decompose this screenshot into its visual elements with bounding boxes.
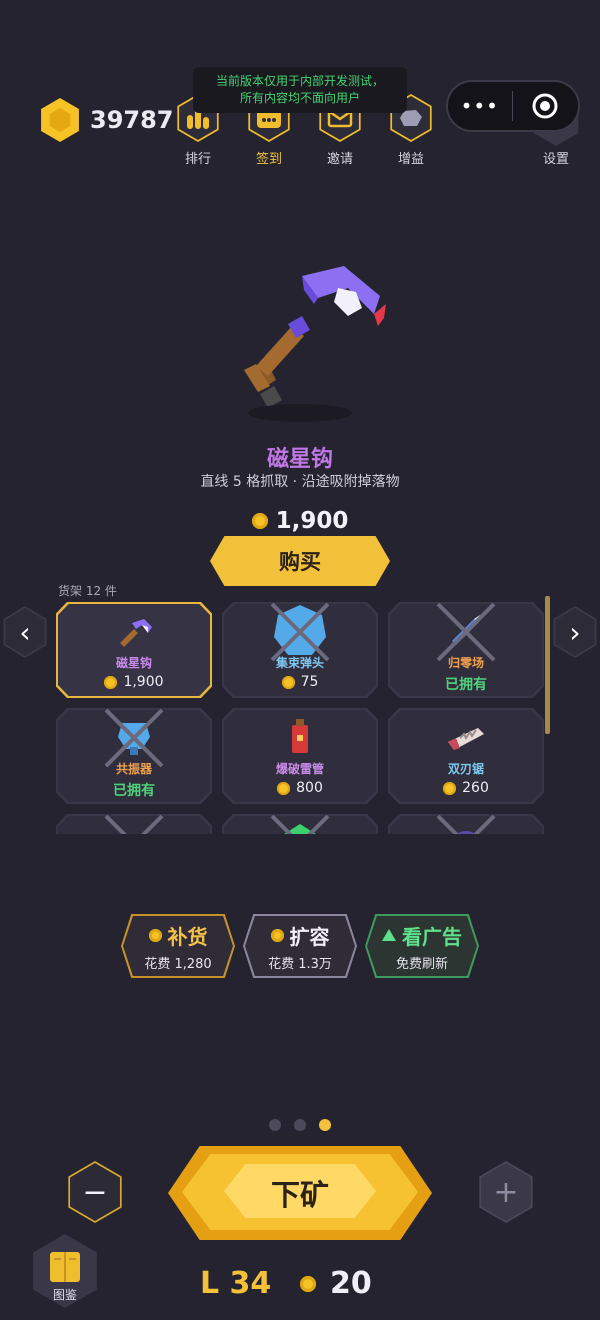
page-dot[interactable] [269,1119,281,1131]
shelf-item-card[interactable] [222,814,378,834]
shelf-item-status: 75 [300,674,319,690]
dev-notice: 当前版本仅用于内部开发测试， 所有内容均不面向用户 [193,67,407,113]
shelf-next-button[interactable]: › [553,606,597,658]
shelf-item-card[interactable]: 归零场 已拥有 [388,602,544,698]
triangle-up-icon [382,929,396,941]
shelf-item-owned: 已拥有 [445,677,487,693]
codex-label: 图鉴 [52,1288,77,1302]
gem-count-value: 20 [330,1266,372,1301]
shelf-item-card[interactable]: 集束弹头 75 [222,602,378,698]
dev-notice-line1: 当前版本仅用于内部开发测试， [215,74,384,88]
restock-button[interactable]: 补货 花费 1,280 [121,914,235,978]
miniprogram-capsule: ••• [446,80,580,132]
close-target-icon [532,93,558,119]
coin-icon [251,513,268,529]
shelf-item-status: 800 [296,780,323,796]
coin-icon [277,781,291,795]
coin-icon [443,781,457,795]
settings-label: 设置 [542,152,569,167]
gem-balance: 20 [300,1266,372,1301]
restock-cost: 花费 1,280 [144,956,212,972]
coin-icon [300,1275,316,1292]
shelf-item-card[interactable]: 磁星钩 1,900 [56,602,212,698]
sold-out-cross-icon [104,814,164,834]
codex-button[interactable]: 图鉴 [28,1234,102,1308]
shelf-item-name: 集束弹头 [275,656,324,670]
increase-button[interactable]: + [479,1161,533,1223]
minus-icon: − [70,1163,120,1221]
restock-title: 补货 [167,924,208,949]
coin-icon [148,928,162,942]
more-menu-button[interactable]: ••• [448,94,512,118]
coin-balance: 39787 [90,106,174,134]
watch-ad-sub: 免费刷新 [395,956,448,972]
dev-notice-line2: 所有内容均不面向用户 [239,91,360,105]
buy-button[interactable]: 购买 [210,536,390,586]
player-level: L 34 [200,1266,272,1301]
featured-item-name: 磁星钩 [266,447,333,472]
coin-icon [281,675,295,689]
expand-button[interactable]: 扩容 花费 1.3万 [243,914,357,978]
watch-ad-button[interactable]: 看广告 免费刷新 [365,914,479,978]
shelf-count-label: 货架 12 件 [58,584,117,598]
detonator-icon [292,719,308,753]
plus-icon: + [481,1163,531,1221]
featured-item-description: 直线 5 格抓取 · 沿途吸附掉落物 [200,474,400,490]
nav-boost-label: 增益 [397,152,424,167]
coin-icon [41,98,79,142]
coin-icon [104,675,118,689]
shelf-item-name: 爆破雷管 [275,762,324,776]
shelf-item-card[interactable]: 爆破雷管 800 [222,708,378,804]
nav-invite-label: 邀请 [326,152,353,167]
shelf-item-card[interactable]: 共振器 已拥有 [56,708,212,804]
shelf-item-price: 260 [388,780,544,796]
decrease-button[interactable]: − [68,1161,122,1223]
shelf-item-status: 1,900 [123,674,164,690]
featured-price: 1,900 [0,508,600,534]
shelf-item-card[interactable] [56,814,212,834]
shelf-grid: 磁星钩 1,900 集束弹头 75 归零场 已拥有 共振器 已拥有 爆破雷管 8… [56,600,550,834]
sold-out-cross-icon [436,814,496,834]
shelf-item-name: 磁星钩 [115,656,152,670]
page-dot[interactable] [294,1119,306,1131]
watch-ad-title: 看广告 [402,924,462,949]
chevron-left-icon: ‹ [19,615,31,649]
shelf-item-price: 1,900 [56,674,212,690]
sold-out-cross-icon [270,814,330,834]
shelf-item-name: 双刃锯 [447,762,484,776]
start-mining-button[interactable]: 下矿 [168,1146,432,1240]
shelf-item-card[interactable]: 双刃锯 260 [388,708,544,804]
expand-title: 扩容 [289,924,330,949]
featured-price-value: 1,900 [275,508,349,534]
book-icon [50,1252,80,1282]
shelf-item-name: 归零场 [447,656,484,670]
nav-ranking-label: 排行 [184,152,211,167]
chevron-right-icon: › [569,615,581,649]
close-program-button[interactable] [513,92,579,120]
shelf-item-card[interactable] [388,814,544,834]
shelf-item-status: 260 [462,780,489,796]
start-mining-label: 下矿 [270,1178,329,1212]
item-shadow [248,404,352,422]
shelf-item-name: 共振器 [115,762,152,776]
shelf-item-owned: 已拥有 [113,783,155,799]
shelf-item-price: 800 [222,780,378,796]
featured-item-image [244,266,386,408]
magnet-hook-icon [120,619,152,647]
expand-cost: 花费 1.3万 [268,956,332,972]
shelf-item-price: 75 [222,674,378,690]
twin-saw-icon [448,728,484,750]
page-dot-active[interactable] [319,1119,331,1131]
shelf-prev-button[interactable]: ‹ [3,606,47,658]
nav-checkin-label: 签到 [255,152,282,167]
shelf-scrollbar[interactable] [545,596,550,734]
coin-icon [270,928,284,942]
